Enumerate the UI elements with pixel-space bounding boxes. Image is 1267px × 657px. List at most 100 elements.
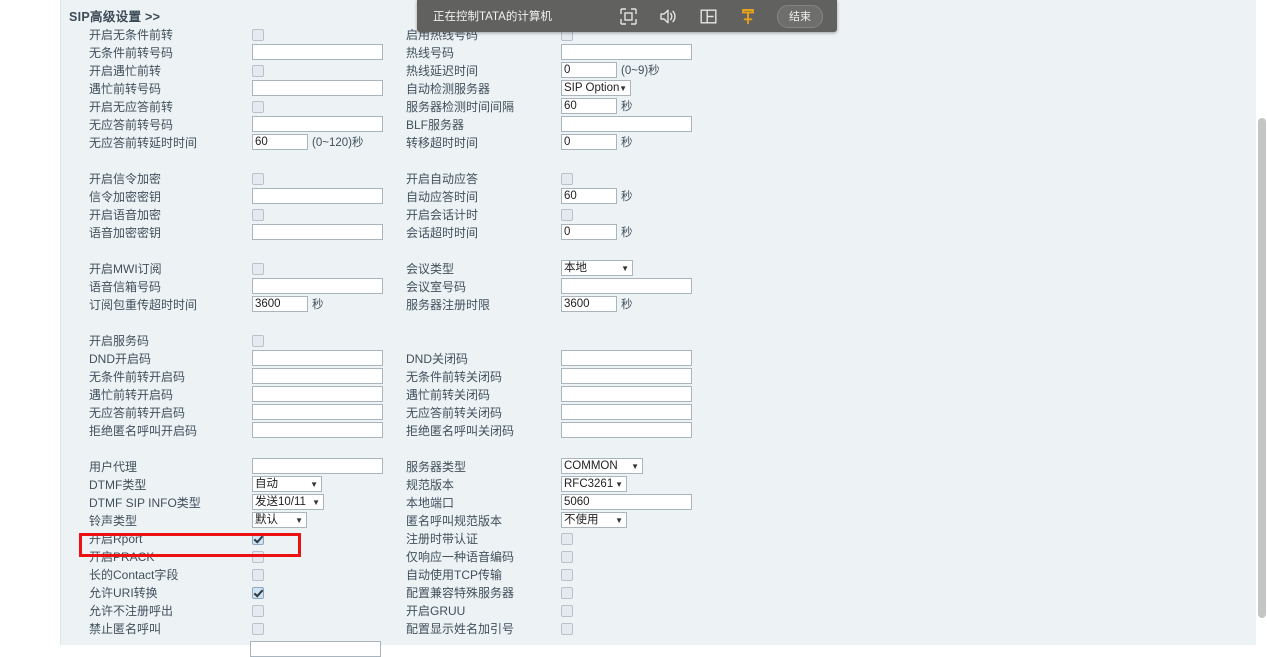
field-自动使用tcp传输-checkbox[interactable] [561, 569, 573, 581]
form-row: 用户代理 服务器类型 COMMON ▼ [61, 458, 733, 476]
field-开启服务码-checkbox[interactable] [252, 335, 264, 347]
control-slot [561, 494, 692, 510]
field-服务器类型-select[interactable]: COMMON ▼ [561, 458, 643, 474]
field-规范版本-select[interactable]: RFC3261 ▼ [561, 476, 627, 492]
field-开启会话计时-checkbox[interactable] [561, 209, 573, 221]
chevron-down-icon: ▼ [619, 84, 627, 93]
field-遇忙前转关闭码-input[interactable] [561, 386, 692, 402]
field-长的contact字段-checkbox[interactable] [252, 569, 264, 581]
field-无条件前转开启码-input[interactable] [252, 368, 383, 384]
clipped-bottom-input[interactable] [250, 641, 381, 657]
field-dtmf类型-select[interactable]: 自动 ▼ [252, 476, 322, 492]
field-dnd开启码-input[interactable] [252, 350, 383, 366]
field-开启自动应答-checkbox[interactable] [561, 173, 573, 185]
form-cell: 会话超时时间 秒 [406, 224, 736, 242]
field-匿名呼叫规范版本-select[interactable]: 不使用 ▼ [561, 512, 627, 528]
field-匿名呼叫规范版本-label: 匿名呼叫规范版本 [406, 514, 503, 528]
field-服务器注册时限-suffix: 秒 [621, 299, 633, 311]
form-row: 铃声类型 默认 ▼ 匿名呼叫规范版本 不使用 ▼ [61, 512, 733, 530]
field-允许不注册呼出-checkbox[interactable] [252, 605, 264, 617]
control-slot [252, 170, 264, 185]
pin-icon[interactable] [737, 5, 759, 27]
field-遇忙前转号码-input[interactable] [252, 80, 383, 96]
field-注册时带认证-checkbox[interactable] [561, 533, 573, 545]
chevron-down-icon: ▼ [295, 516, 303, 525]
form-cell: 遇忙前转关闭码 [406, 386, 736, 404]
field-语音信箱号码-input[interactable] [252, 278, 383, 294]
select-value: 本地 [564, 262, 587, 274]
control-slot [561, 548, 573, 563]
field-会话超时时间-input[interactable] [561, 224, 617, 240]
field-本地端口-input[interactable] [561, 494, 692, 510]
field-用户代理-input[interactable] [252, 458, 383, 474]
field-无条件前转关闭码-input[interactable] [561, 368, 692, 384]
field-开启语音加密-checkbox[interactable] [252, 209, 264, 221]
field-无应答前转延时时间-input[interactable] [252, 134, 308, 150]
field-无应答前转号码-input[interactable] [252, 116, 383, 132]
field-会话超时时间-label: 会话超时时间 [406, 226, 479, 240]
form-cell: DND开启码 [89, 350, 419, 368]
field-开启信令加密-checkbox[interactable] [252, 173, 264, 185]
field-仅响应一种语音编码-checkbox[interactable] [561, 551, 573, 563]
field-blf服务器-input[interactable] [561, 116, 692, 132]
field-自动检测服务器-select[interactable]: SIP Option ▼ [561, 80, 631, 96]
control-slot [561, 116, 692, 132]
field-转移超时时间-input[interactable] [561, 134, 617, 150]
control-slot: 不使用 ▼ [561, 512, 627, 528]
field-开启服务码-label: 开启服务码 [89, 334, 150, 348]
field-开启gruu-checkbox[interactable] [561, 605, 573, 617]
page-scrollbar-thumb[interactable] [1258, 118, 1266, 618]
field-服务器检测时间间隔-input[interactable] [561, 98, 617, 114]
field-遇忙前转开启码-input[interactable] [252, 386, 383, 402]
field-无应答前转关闭码-input[interactable] [561, 404, 692, 420]
field-开启prack-checkbox[interactable] [252, 551, 264, 563]
form-cell: 无条件前转关闭码 [406, 368, 736, 386]
speaker-icon[interactable] [657, 5, 679, 27]
form-cell: 匿名呼叫规范版本 不使用 ▼ [406, 512, 736, 530]
form-cell: 无应答前转开启码 [89, 404, 419, 422]
field-禁止匿名呼叫-checkbox[interactable] [252, 623, 264, 635]
field-开启无条件前转-checkbox[interactable] [252, 29, 264, 41]
field-铃声类型-select[interactable]: 默认 ▼ [252, 512, 307, 528]
field-dnd关闭码-input[interactable] [561, 350, 692, 366]
field-开启rport-checkbox[interactable] [252, 533, 264, 545]
field-配置兼容特殊服务器-checkbox[interactable] [561, 587, 573, 599]
field-拒绝匿名呼叫开启码-input[interactable] [252, 422, 383, 438]
field-配置兼容特殊服务器-label: 配置兼容特殊服务器 [406, 586, 515, 600]
control-slot [252, 404, 383, 420]
field-无条件前转号码-input[interactable] [252, 44, 383, 60]
field-会议类型-select[interactable]: 本地 ▼ [561, 260, 633, 276]
field-服务器检测时间间隔-label: 服务器检测时间间隔 [406, 100, 515, 114]
split-screen-icon[interactable] [697, 5, 719, 27]
field-遇忙前转开启码-label: 遇忙前转开启码 [89, 388, 174, 402]
field-热线延迟时间-input[interactable] [561, 62, 617, 78]
field-开启遇忙前转-checkbox[interactable] [252, 65, 264, 77]
end-remote-control-button[interactable]: 结束 [777, 4, 823, 28]
field-开启mwi订阅-label: 开启MWI订阅 [89, 262, 162, 276]
control-slot [561, 602, 573, 617]
sip-advanced-form: SIP高级设置 >> 开启无条件前转 启用热线号码 无条件前转号码 热线号码 开启遇忙前… [61, 0, 733, 645]
field-配置显示姓名加引号-checkbox[interactable] [561, 623, 573, 635]
field-dtmf-sip-info类型-select[interactable]: 发送10/11 ▼ [252, 494, 324, 510]
form-cell: 注册时带认证 [406, 530, 736, 548]
field-语音加密密钥-input[interactable] [252, 224, 383, 240]
form-cell: 转移超时时间 秒 [406, 134, 736, 152]
field-允许uri转换-checkbox[interactable] [252, 587, 264, 599]
field-开启mwi订阅-checkbox[interactable] [252, 263, 264, 275]
form-row: 信令加密密钥 自动应答时间 秒 [61, 188, 733, 206]
field-热线号码-input[interactable] [561, 44, 692, 60]
field-拒绝匿名呼叫关闭码-input[interactable] [561, 422, 692, 438]
field-服务器注册时限-input[interactable] [561, 296, 617, 312]
page-scrollbar-track[interactable] [1256, 0, 1267, 648]
field-开启无应答前转-checkbox[interactable] [252, 101, 264, 113]
fullscreen-icon[interactable] [617, 5, 639, 27]
field-开启无应答前转-label: 开启无应答前转 [89, 100, 174, 114]
field-会议室号码-input[interactable] [561, 278, 692, 294]
form-row: 无应答前转延时时间 (0~120)秒 转移超时时间 秒 [61, 134, 733, 152]
field-信令加密密钥-input[interactable] [252, 188, 383, 204]
field-自动应答时间-input[interactable] [561, 188, 617, 204]
form-cell: DTMF类型 自动 ▼ [89, 476, 419, 494]
control-slot [252, 602, 264, 617]
field-订阅包重传超时时间-input[interactable] [252, 296, 308, 312]
field-无应答前转开启码-input[interactable] [252, 404, 383, 420]
